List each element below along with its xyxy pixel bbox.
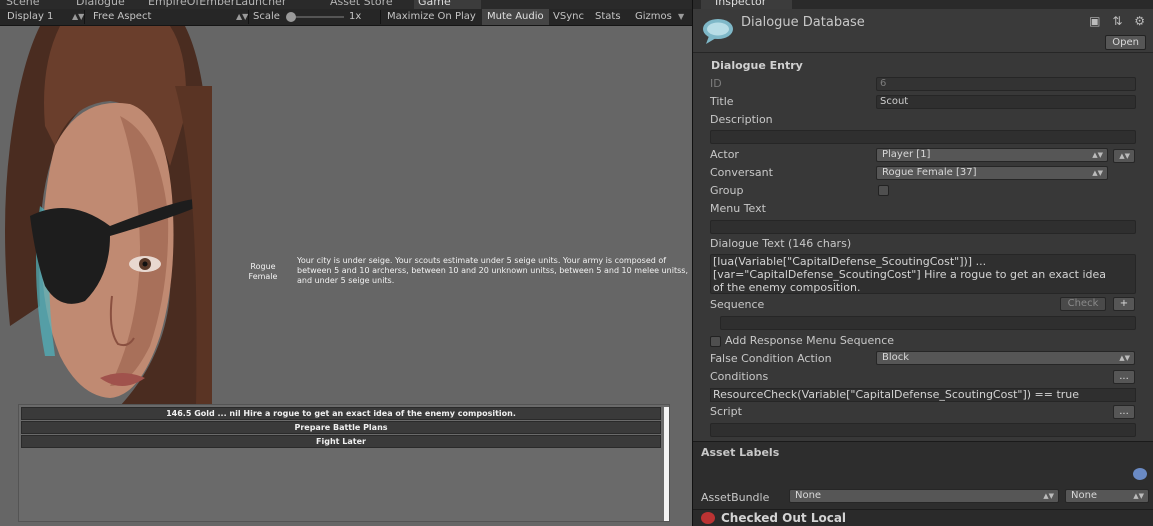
npc-subtitle-text: Your city is under seige. Your scouts es… <box>297 256 688 285</box>
dialogue-text-label: Dialogue Text (146 chars) <box>710 237 852 250</box>
conditions-label: Conditions <box>710 370 769 383</box>
id-field: 6 <box>876 77 1136 91</box>
actor-swap-button[interactable]: ▲▼ <box>1113 149 1135 163</box>
caret-icon: ▲▼ <box>1119 354 1130 362</box>
group-checkbox[interactable] <box>878 185 889 196</box>
tab-dialogue[interactable]: Dialogue <box>76 0 125 9</box>
display-caret-icon: ▲▼ <box>72 12 85 21</box>
script-label: Script <box>710 405 742 418</box>
scale-slider-track[interactable] <box>288 16 344 18</box>
false-condition-action-label: False Condition Action <box>710 352 832 365</box>
inspector-tab-strip: Inspector <box>693 0 1153 9</box>
vsync-toggle[interactable]: VSync <box>548 9 589 25</box>
scale-label: Scale <box>253 11 280 22</box>
menu-text-label: Menu Text <box>710 202 766 215</box>
conversant-label: Conversant <box>710 166 773 179</box>
game-window: Scene Dialogue EmpireOfEmberLauncher Ass… <box>0 0 692 526</box>
response-menu: 146.5 Gold ... nil Hire a rogue to get a… <box>18 404 670 522</box>
check-button[interactable]: Check <box>1060 297 1106 311</box>
tab-inspector[interactable]: Inspector <box>701 0 793 9</box>
description-label: Description <box>710 113 773 126</box>
caret-icon: ▲▼ <box>1119 152 1130 160</box>
checked-out-bar: Checked Out Local <box>693 509 1153 526</box>
id-label: ID <box>710 77 722 90</box>
actor-label: Actor <box>710 148 739 161</box>
aspect-caret-icon: ▲▼ <box>236 12 249 21</box>
sequence-field[interactable] <box>720 316 1136 330</box>
asset-labels-panel: Asset Labels AssetBundle None ▲▼ None ▲▼ C… <box>693 441 1153 526</box>
caret-icon: ▲▼ <box>1092 151 1103 159</box>
tab-asset-store[interactable]: Asset Store <box>330 0 393 9</box>
tab-launcher[interactable]: EmpireOfEmberLauncher <box>148 0 286 9</box>
script-field[interactable] <box>710 423 1136 437</box>
conversant-dropdown[interactable]: Rogue Female [37] ▲▼ <box>876 166 1108 180</box>
gizmos-caret-icon: ▼ <box>678 12 685 21</box>
gear-icon[interactable]: ⚙ <box>1134 14 1145 28</box>
caret-icon: ▲▼ <box>1133 492 1144 500</box>
inspector-window: Inspector Dialogue Database ▣ ⇅ ⚙ Open D… <box>693 0 1153 526</box>
maximize-on-play-toggle[interactable]: Maximize On Play <box>382 9 481 25</box>
add-sequence-button[interactable]: + <box>1113 297 1135 311</box>
actor-dropdown[interactable]: Player [1] ▲▼ <box>876 148 1108 162</box>
checked-out-icon <box>701 512 715 524</box>
scale-slider-handle[interactable] <box>286 12 296 22</box>
stats-toggle[interactable]: Stats <box>590 9 626 25</box>
assetbundle-variant-dropdown[interactable]: None ▲▼ <box>1065 489 1149 503</box>
response-scrollbar[interactable] <box>664 407 669 521</box>
open-button[interactable]: Open <box>1105 35 1146 50</box>
group-label: Group <box>710 184 744 197</box>
npc-portrait-image <box>5 26 212 406</box>
conditions-edit-button[interactable]: ... <box>1113 370 1135 384</box>
title-field[interactable]: Scout <box>876 95 1136 109</box>
checked-out-label: Checked Out Local <box>721 511 847 525</box>
inspector-header: Dialogue Database ▣ ⇅ ⚙ Open <box>693 9 1153 53</box>
game-viewport[interactable]: Rogue Female Your city is under seige. Y… <box>0 26 692 526</box>
dialogue-database-icon <box>703 19 733 44</box>
response-button-fight-later[interactable]: Fight Later <box>21 435 661 448</box>
add-response-menu-sequence-label: Add Response Menu Sequence <box>725 334 895 347</box>
description-field[interactable] <box>710 130 1136 144</box>
title-label: Title <box>710 95 734 108</box>
gizmos-dropdown[interactable]: Gizmos <box>630 9 677 25</box>
scale-value: 1x <box>349 11 362 22</box>
label-tag-icon[interactable] <box>1133 468 1147 480</box>
section-dialogue-entry: Dialogue Entry <box>711 59 803 72</box>
editor-tab-strip: Scene Dialogue EmpireOfEmberLauncher Ass… <box>0 0 692 9</box>
npc-name: Rogue Female <box>248 262 278 281</box>
response-button-prepare-battle-plans[interactable]: Prepare Battle Plans <box>21 421 661 434</box>
assetbundle-label: AssetBundle <box>701 491 770 504</box>
game-toolbar: Display 1 ▲▼ Free Aspect ▲▼ Scale 1x Max… <box>0 9 692 26</box>
mute-audio-toggle[interactable]: Mute Audio <box>482 9 549 25</box>
caret-icon: ▲▼ <box>1043 492 1054 500</box>
sequence-label: Sequence <box>710 298 765 311</box>
preset-icon[interactable]: ⇅ <box>1112 14 1122 28</box>
aspect-dropdown[interactable]: Free Aspect <box>88 9 156 25</box>
dialogue-entry-panel: Dialogue Entry ID 6 Title Scout Descript… <box>693 54 1153 438</box>
response-button-hire-rogue[interactable]: 146.5 Gold ... nil Hire a rogue to get a… <box>21 407 661 420</box>
add-response-menu-sequence-checkbox[interactable] <box>710 336 721 347</box>
assetbundle-dropdown[interactable]: None ▲▼ <box>789 489 1059 503</box>
menu-text-field[interactable] <box>710 220 1136 234</box>
asset-labels-title: Asset Labels <box>701 446 780 459</box>
tab-scene[interactable]: Scene <box>6 0 40 9</box>
false-condition-action-dropdown[interactable]: Block ▲▼ <box>876 351 1135 365</box>
conditions-field[interactable]: ResourceCheck(Variable["CapitalDefense_S… <box>710 388 1136 402</box>
help-icon[interactable]: ▣ <box>1089 14 1100 28</box>
script-edit-button[interactable]: ... <box>1113 405 1135 419</box>
caret-icon: ▲▼ <box>1092 169 1103 177</box>
dialogue-text-area[interactable]: [lua(Variable["CapitalDefense_ScoutingCo… <box>710 254 1136 294</box>
inspector-title: Dialogue Database <box>741 15 865 30</box>
display-dropdown[interactable]: Display 1 <box>2 9 58 25</box>
tab-game[interactable]: Game <box>414 0 481 9</box>
